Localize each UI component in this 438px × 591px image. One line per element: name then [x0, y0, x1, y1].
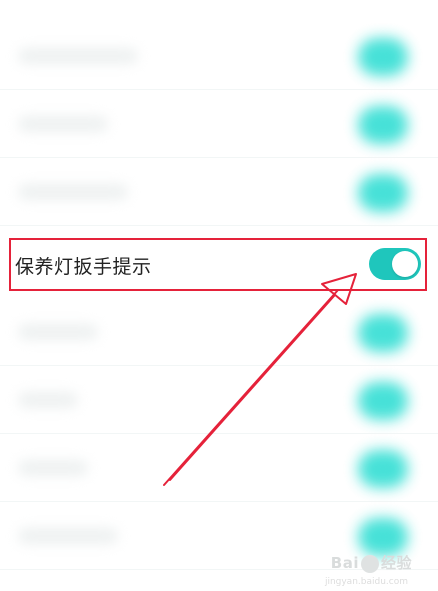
- blurred-setting-row: [0, 160, 438, 226]
- blurred-label: [18, 528, 118, 544]
- blurred-toggle-switch[interactable]: [358, 450, 408, 488]
- blurred-label: [18, 184, 128, 200]
- setting-label: 保养灯扳手提示: [15, 256, 152, 278]
- watermark-url: jingyan.baidu.com: [324, 577, 408, 587]
- blurred-setting-row: [0, 368, 438, 434]
- maintenance-reminder-toggle[interactable]: [369, 248, 421, 280]
- maintenance-light-reminder-row[interactable]: 保养灯扳手提示: [9, 238, 427, 291]
- blurred-setting-row: [0, 436, 438, 502]
- watermark-brand: Bai: [330, 554, 359, 572]
- blurred-label: [18, 116, 108, 132]
- toggle-knob: [392, 251, 418, 277]
- row-divider: [0, 157, 438, 158]
- row-divider: [0, 89, 438, 90]
- blurred-label: [18, 460, 88, 476]
- blurred-toggle-switch[interactable]: [358, 382, 408, 420]
- row-divider: [0, 433, 438, 434]
- blurred-toggle-switch[interactable]: [358, 38, 408, 76]
- blurred-setting-row: [0, 300, 438, 366]
- settings-screen: 保养灯扳手提示 Bai 经验 jingyan.baidu.com: [0, 0, 438, 591]
- blurred-label: [18, 392, 78, 408]
- blurred-toggle-switch[interactable]: [358, 518, 408, 556]
- paw-icon: [360, 554, 379, 573]
- row-divider: [0, 365, 438, 366]
- watermark-brand-suffix: 经验: [380, 554, 412, 572]
- row-divider: [0, 225, 438, 226]
- row-divider: [0, 501, 438, 502]
- blurred-toggle-switch[interactable]: [358, 174, 408, 212]
- blurred-setting-row: [0, 92, 438, 158]
- blurred-toggle-switch[interactable]: [358, 314, 408, 352]
- blurred-toggle-switch[interactable]: [358, 106, 408, 144]
- blurred-label: [18, 324, 98, 340]
- blurred-setting-row: [0, 24, 438, 90]
- blurred-label: [18, 48, 138, 64]
- baidu-watermark: Bai 经验: [331, 552, 412, 573]
